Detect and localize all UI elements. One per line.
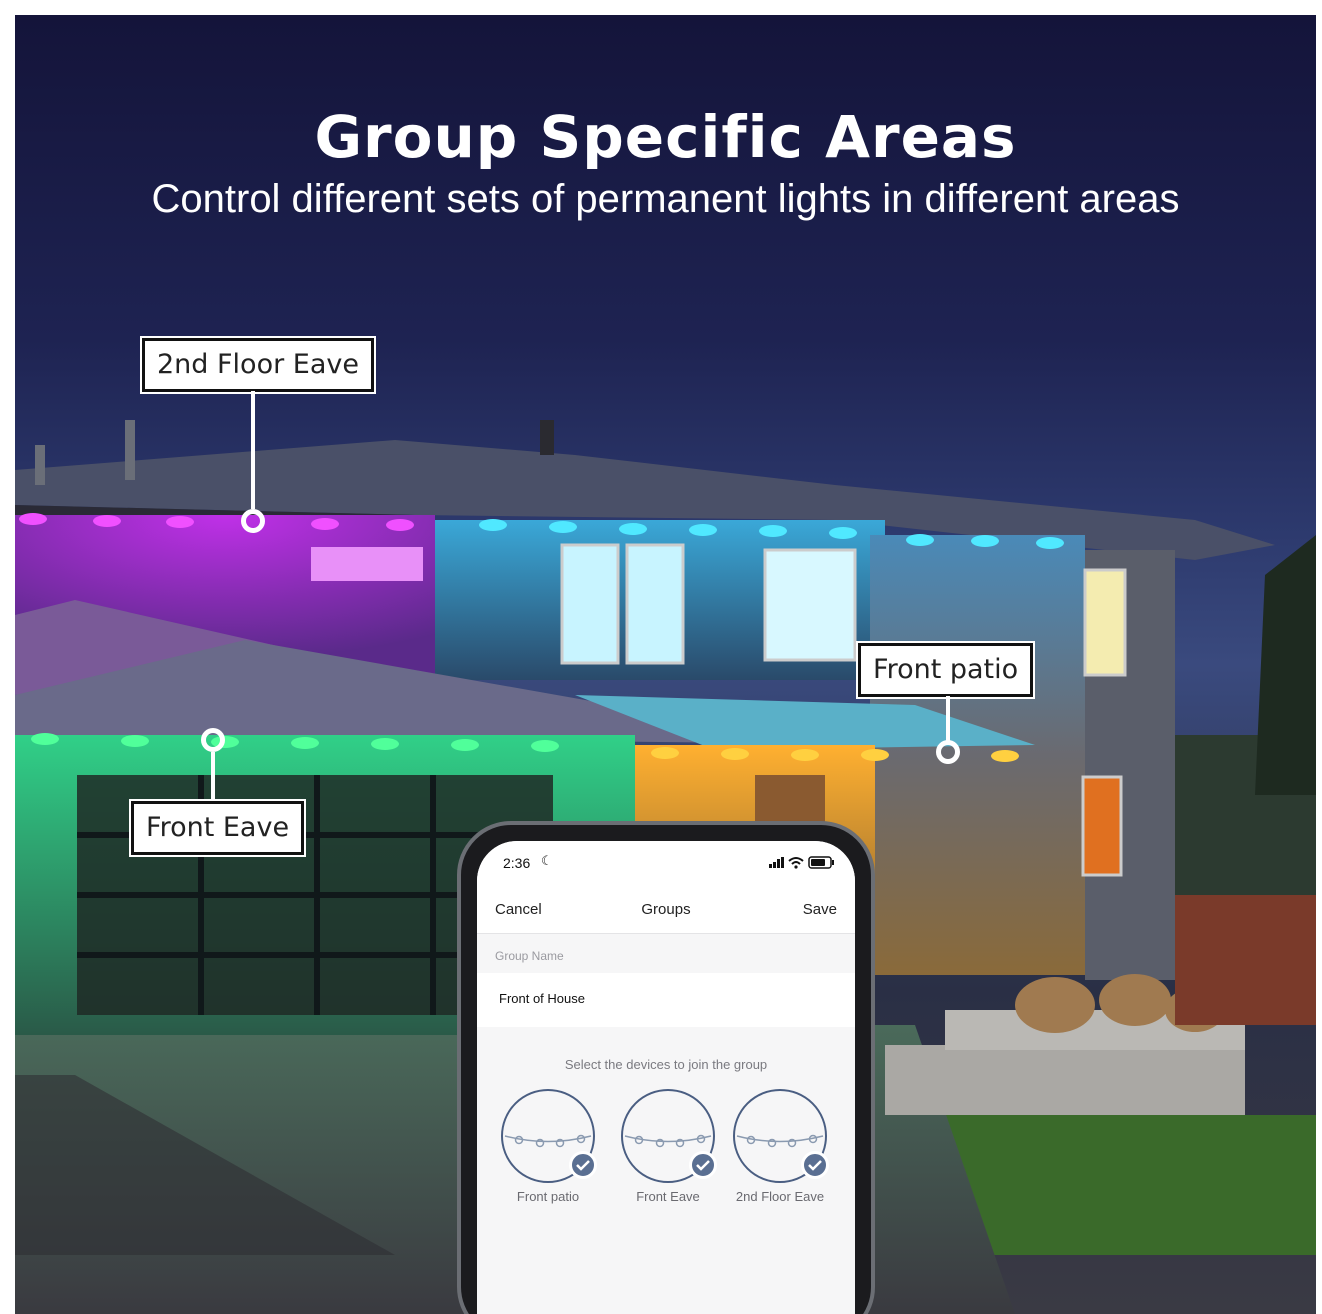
cancel-button[interactable]: Cancel [495, 901, 542, 918]
checkmark-icon [689, 1151, 717, 1179]
callout-marker [241, 509, 265, 533]
nav-bar: Groups Cancel Save [477, 881, 855, 934]
callout-marker [936, 740, 960, 764]
checkmark-icon [801, 1151, 829, 1179]
group-name-input[interactable]: Front of House [477, 973, 855, 1027]
signal-icon [769, 857, 784, 868]
phone-mockup: 2:36 ☾ Groups Cancel Save Group Name Fro… [457, 821, 875, 1314]
status-icons [769, 856, 834, 869]
select-devices-prompt: Select the devices to join the group [564, 1057, 768, 1072]
page-subtitle: Control different sets of permanent ligh… [151, 177, 1180, 221]
device-label: 2nd Floor Eave [735, 1189, 825, 1204]
save-button[interactable]: Save [803, 901, 837, 918]
status-time: 2:36 [503, 855, 531, 871]
callout-line [946, 696, 950, 741]
phone-screen: 2:36 ☾ Groups Cancel Save Group Name Fro… [477, 841, 855, 1314]
callout-marker [201, 728, 225, 752]
group-name-value: Front of House [499, 991, 585, 1006]
device-label: Front Eave [636, 1189, 700, 1204]
checkmark-icon [569, 1151, 597, 1179]
device-toggle[interactable] [621, 1089, 717, 1183]
status-bar: 2:36 ☾ [477, 841, 855, 881]
device-item-front-eave[interactable]: Front Eave [613, 1089, 723, 1204]
callout-front-patio: Front patio [858, 643, 1034, 697]
device-label: Front patio [516, 1189, 580, 1204]
group-name-label: Group Name [495, 949, 564, 963]
moon-icon: ☾ [541, 853, 553, 868]
callout-line [251, 391, 255, 509]
device-item-front-patio[interactable]: Front patio [493, 1089, 603, 1204]
callout-line [211, 752, 215, 801]
callout-2nd-floor-eave: 2nd Floor Eave [142, 338, 374, 392]
device-toggle[interactable] [501, 1089, 597, 1183]
device-item-2nd-floor-eave[interactable]: 2nd Floor Eave [725, 1089, 835, 1204]
device-toggle[interactable] [733, 1089, 829, 1183]
wifi-icon [788, 857, 804, 865]
hero-image: Group Specific Areas Control different s… [15, 15, 1316, 1314]
battery-icon [808, 856, 834, 869]
callout-front-eave: Front Eave [131, 801, 305, 855]
page-title: Group Specific Areas [314, 103, 1017, 171]
